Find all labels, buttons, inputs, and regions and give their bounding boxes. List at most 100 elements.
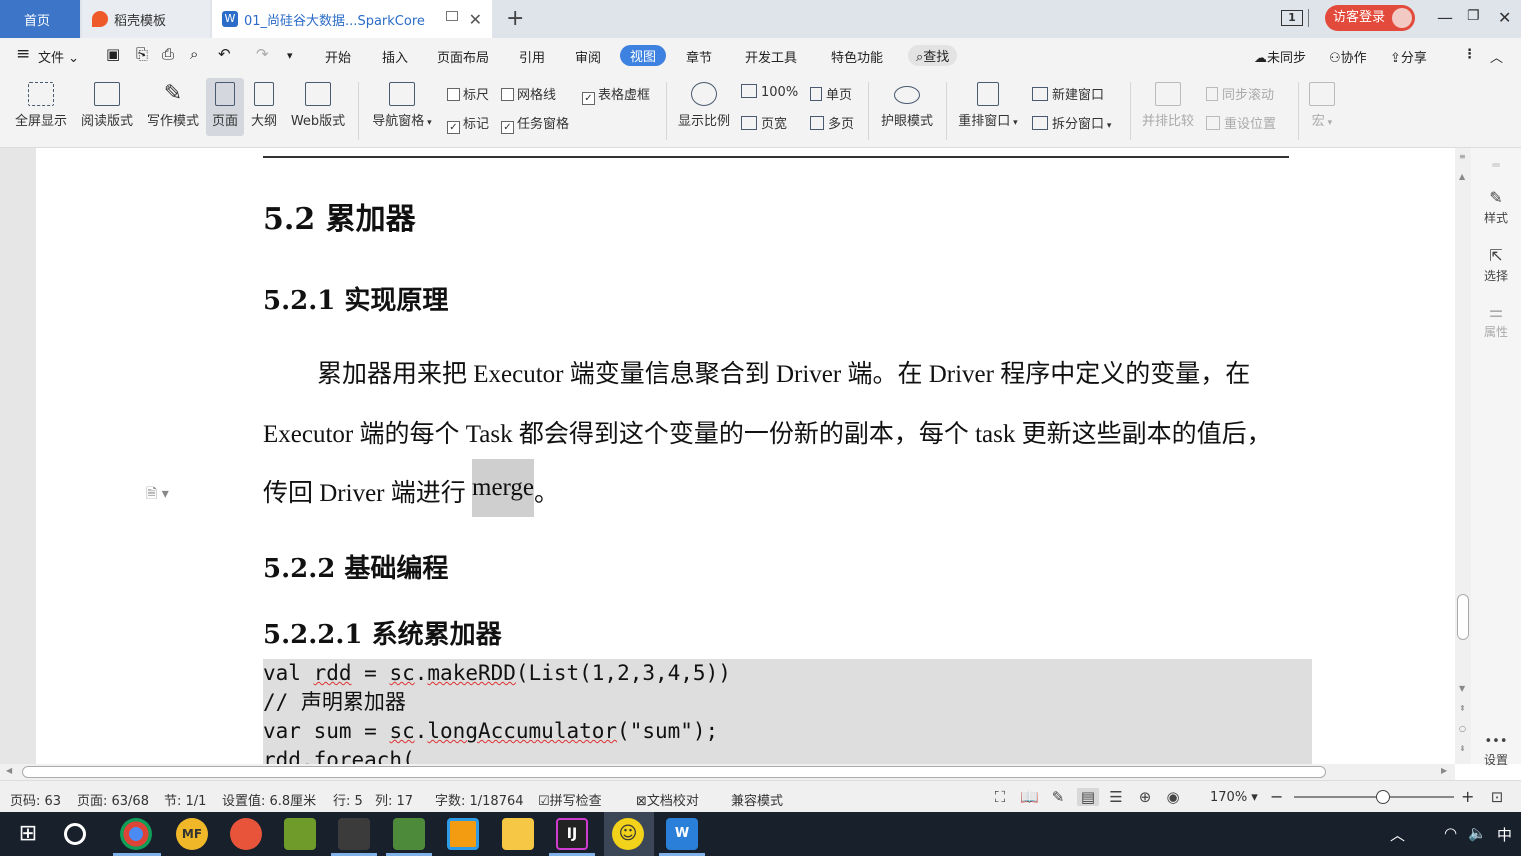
- intellij-idea-icon[interactable]: IJ: [556, 818, 588, 850]
- eye-mode-button[interactable]: 护眼模式: [876, 74, 938, 136]
- spell-check-button[interactable]: ☑拼写检查: [538, 790, 602, 809]
- scroll-right-arrow-icon[interactable]: ▶: [1441, 766, 1447, 775]
- menu-special[interactable]: 特色功能: [831, 47, 883, 66]
- mf-app-icon[interactable]: MF: [176, 818, 208, 850]
- eye-mode-icon[interactable]: ◉: [1164, 788, 1182, 806]
- rearrange-window-button[interactable]: 重排窗口 ▾: [952, 74, 1024, 136]
- hamburger-icon[interactable]: ≡: [16, 44, 30, 64]
- outline-icon[interactable]: ☰: [1107, 788, 1125, 806]
- status-section[interactable]: 节: 1/1: [164, 790, 206, 809]
- tab-document[interactable]: W 01_尚硅谷大数据...SparkCore ✕: [212, 0, 492, 38]
- new-window-button[interactable]: 新建窗口: [1032, 84, 1104, 103]
- save-icon[interactable]: ▣: [106, 45, 120, 63]
- status-setting[interactable]: 设置值: 6.8厘米: [222, 790, 316, 809]
- settings-panel-button[interactable]: ••• 设置: [1471, 734, 1521, 768]
- sync-scroll-button[interactable]: 同步滚动: [1206, 84, 1274, 103]
- wifi-icon[interactable]: ◠: [1444, 824, 1457, 842]
- undo-icon[interactable]: ↶: [218, 45, 231, 63]
- game-app-icon[interactable]: [338, 818, 370, 850]
- marker-checkbox[interactable]: ✓ 标记: [447, 113, 489, 134]
- zoom-in-button[interactable]: +: [1461, 787, 1474, 806]
- tray-expand-icon[interactable]: ︿: [1390, 824, 1405, 845]
- read-mode-icon[interactable]: 📖: [1020, 788, 1039, 806]
- guest-login-button[interactable]: 访客登录: [1325, 5, 1415, 31]
- browser-app-icon[interactable]: [230, 818, 262, 850]
- multi-page-button[interactable]: 多页: [810, 113, 854, 132]
- search-button[interactable]: ⌕查找: [908, 45, 958, 66]
- single-page-button[interactable]: 单页: [810, 84, 852, 103]
- fit-window-icon[interactable]: ⊡: [1488, 788, 1506, 806]
- menu-insert[interactable]: 插入: [382, 47, 408, 66]
- collapse-ribbon-icon[interactable]: ︿: [1490, 47, 1503, 66]
- status-column[interactable]: 列: 17: [375, 790, 413, 809]
- select-panel-button[interactable]: ⇱ 选择: [1471, 246, 1521, 284]
- scroll-up-icon[interactable]: ≡: [1459, 152, 1466, 161]
- write-mode-icon[interactable]: ✎: [1049, 788, 1067, 806]
- minecraft-icon[interactable]: [284, 818, 316, 850]
- status-word-count[interactable]: 字数: 1/18764: [435, 790, 524, 809]
- zoom-out-button[interactable]: −: [1270, 787, 1283, 806]
- vertical-scroll-thumb[interactable]: [1457, 594, 1469, 640]
- close-tab-icon[interactable]: ✕: [469, 10, 482, 29]
- split-window-button[interactable]: 拆分窗口 ▾: [1032, 113, 1111, 132]
- restore-icon[interactable]: ❐: [1467, 8, 1480, 24]
- fullscreen-button[interactable]: 全屏显示: [8, 74, 74, 136]
- fullscreen-icon[interactable]: ⛶: [991, 788, 1009, 806]
- tab-home[interactable]: 首页: [0, 0, 80, 38]
- tab-template[interactable]: 稻壳模板: [82, 0, 210, 38]
- web-view-icon[interactable]: ⊕: [1136, 788, 1154, 806]
- smiley-app-icon[interactable]: ☺: [612, 818, 644, 850]
- nav-pane-button[interactable]: 导航窗格 ▾: [366, 74, 438, 136]
- print-icon[interactable]: ⎙: [162, 45, 174, 63]
- status-page-code[interactable]: 页码: 63: [10, 790, 61, 809]
- horizontal-scrollbar[interactable]: ◀ ▶: [0, 764, 1455, 780]
- print-preview-icon[interactable]: ⌕: [190, 45, 198, 63]
- zoom-slider-track[interactable]: [1294, 796, 1454, 798]
- window-count-badge[interactable]: 1: [1281, 10, 1303, 26]
- status-pages[interactable]: 页面: 63/68: [77, 790, 149, 809]
- outline-button[interactable]: 大纲: [246, 74, 282, 136]
- compat-mode-label[interactable]: 兼容模式: [731, 790, 783, 809]
- properties-panel-button[interactable]: ⚌ 属性: [1471, 302, 1521, 340]
- redo-icon[interactable]: ↷: [256, 45, 269, 63]
- menu-reference[interactable]: 引用: [519, 47, 545, 66]
- menu-start[interactable]: 开始: [325, 47, 351, 66]
- minimize-icon[interactable]: —: [1437, 8, 1453, 27]
- page-width-button[interactable]: 页宽: [741, 113, 787, 132]
- side-by-side-button[interactable]: 并排比较: [1138, 74, 1198, 136]
- prev-page-icon[interactable]: ⇞: [1459, 704, 1466, 713]
- paragraph-marker-icon[interactable]: 🗎 ▾: [146, 483, 169, 507]
- collab-button[interactable]: ⚇协作: [1329, 47, 1367, 66]
- chrome-icon[interactable]: [120, 818, 152, 850]
- select-browse-icon[interactable]: ○: [1459, 724, 1466, 733]
- zoom-100-button[interactable]: 100%: [741, 84, 798, 100]
- task-pane-checkbox[interactable]: ✓ 任务窗格: [501, 113, 569, 134]
- style-panel-button[interactable]: ✎ 样式: [1471, 188, 1521, 226]
- ruler-checkbox[interactable]: 标尺: [447, 84, 489, 103]
- zoom-slider-knob[interactable]: [1376, 790, 1390, 804]
- windows-start-icon[interactable]: ⊞: [12, 818, 44, 850]
- next-page-icon[interactable]: ⇟: [1459, 744, 1466, 753]
- page-view-icon[interactable]: ▤: [1077, 788, 1099, 806]
- new-tab-button[interactable]: +: [506, 6, 524, 31]
- menu-chapter[interactable]: 章节: [686, 47, 712, 66]
- scroll-up-arrow-icon[interactable]: ▲: [1459, 172, 1465, 181]
- input-method-indicator[interactable]: 中: [1497, 824, 1512, 845]
- table-frame-checkbox[interactable]: ✓ 表格虚框: [582, 84, 650, 105]
- more-icon[interactable]: ⋮: [1463, 47, 1476, 62]
- scroll-down-arrow-icon[interactable]: ▼: [1459, 684, 1465, 693]
- document-page[interactable]: 5.2 累加器 5.2.1 实现原理 累加器用来把 Executor 端变量信息…: [36, 148, 1455, 764]
- close-window-icon[interactable]: ✕: [1498, 8, 1511, 27]
- menu-view[interactable]: 视图: [620, 45, 667, 66]
- network-app-icon[interactable]: [447, 818, 479, 850]
- cortana-search-icon[interactable]: [64, 823, 86, 845]
- read-mode-button[interactable]: 阅读版式: [76, 74, 138, 136]
- notepad-app-icon[interactable]: [393, 818, 425, 850]
- file-explorer-icon[interactable]: [502, 818, 534, 850]
- menu-page-layout[interactable]: 页面布局: [437, 47, 489, 66]
- gridlines-checkbox[interactable]: 网格线: [501, 84, 556, 103]
- proofread-button[interactable]: ⊠文档校对: [636, 790, 699, 809]
- zoom-dropdown[interactable]: 170% ▾: [1210, 790, 1258, 805]
- zoom-ratio-button[interactable]: 显示比例: [674, 74, 734, 136]
- share-button[interactable]: ⇪分享: [1390, 47, 1427, 66]
